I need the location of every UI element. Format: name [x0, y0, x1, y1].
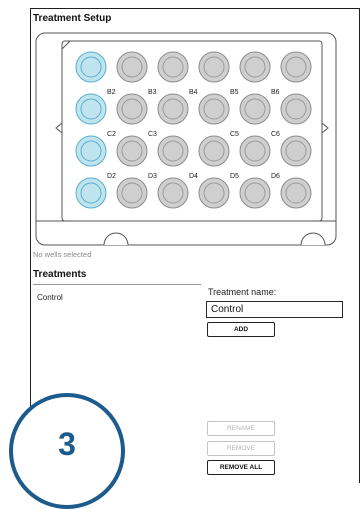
well-B5[interactable] [239, 93, 271, 125]
well-label-B2: B2 [107, 89, 116, 96]
well-inner-ring [121, 98, 143, 120]
well-C1[interactable] [75, 135, 107, 167]
well-inner-ring [80, 182, 102, 204]
well-A6[interactable] [280, 51, 312, 83]
well-inner-ring [285, 140, 307, 162]
well-label-B6: B6 [271, 89, 280, 96]
well-inner-ring [162, 98, 184, 120]
well-inner-ring [285, 98, 307, 120]
rename-button[interactable]: RENAME [207, 421, 275, 436]
well-inner-ring [162, 182, 184, 204]
step-number-badge: 3 [9, 393, 125, 509]
well-C5[interactable] [239, 135, 271, 167]
well-label-C5: C5 [230, 131, 239, 138]
well-label-D6: D6 [271, 173, 280, 180]
treatment-list-item[interactable]: Control [37, 293, 63, 302]
well-B6[interactable] [280, 93, 312, 125]
well-D3[interactable] [157, 177, 189, 209]
well-B2[interactable] [116, 93, 148, 125]
well-A4[interactable] [198, 51, 230, 83]
well-inner-ring [121, 140, 143, 162]
well-B3[interactable] [157, 93, 189, 125]
well-label-B3: B3 [148, 89, 157, 96]
well-inner-ring [244, 98, 266, 120]
well-label-D3: D3 [148, 173, 157, 180]
well-label-C6: C6 [271, 131, 280, 138]
remove-button[interactable]: REMOVE [207, 441, 275, 456]
well-inner-ring [244, 140, 266, 162]
well-B1[interactable] [75, 93, 107, 125]
well-D1[interactable] [75, 177, 107, 209]
well-inner-ring [203, 56, 225, 78]
well-C6[interactable] [280, 135, 312, 167]
well-A5[interactable] [239, 51, 271, 83]
well-inner-ring [244, 182, 266, 204]
well-label-C3: C3 [148, 131, 157, 138]
well-inner-ring [80, 98, 102, 120]
remove-all-button[interactable]: REMOVE ALL [207, 460, 275, 475]
well-inner-ring [121, 182, 143, 204]
well-C2[interactable] [116, 135, 148, 167]
treatment-name-label: Treatment name: [208, 287, 277, 297]
panel-title: Treatment Setup [33, 13, 112, 24]
well-inner-ring [121, 56, 143, 78]
treatments-divider [33, 284, 201, 285]
well-D6[interactable] [280, 177, 312, 209]
well-inner-ring [203, 182, 225, 204]
treatment-name-input[interactable] [206, 301, 343, 318]
well-label-B5: B5 [230, 89, 239, 96]
well-C4[interactable] [198, 135, 230, 167]
well-inner-ring [80, 140, 102, 162]
well-C3[interactable] [157, 135, 189, 167]
well-inner-ring [162, 56, 184, 78]
well-A2[interactable] [116, 51, 148, 83]
well-B4[interactable] [198, 93, 230, 125]
well-inner-ring [285, 182, 307, 204]
well-A1[interactable] [75, 51, 107, 83]
well-inner-ring [244, 56, 266, 78]
well-A3[interactable] [157, 51, 189, 83]
well-label-D5: D5 [230, 173, 239, 180]
treatments-heading: Treatments [33, 269, 87, 280]
well-inner-ring [162, 140, 184, 162]
well-D4[interactable] [198, 177, 230, 209]
well-inner-ring [80, 56, 102, 78]
well-plate[interactable]: B2 B3 B4 B5 B6 C2 C3 C5 C6 D2 D3 D4 D5 D6 [34, 31, 339, 247]
well-D5[interactable] [239, 177, 271, 209]
well-label-B4: B4 [189, 89, 198, 96]
well-inner-ring [285, 56, 307, 78]
well-inner-ring [203, 140, 225, 162]
add-button[interactable]: ADD [207, 322, 275, 337]
selection-status: No wells selected [33, 250, 92, 259]
step-number: 3 [58, 425, 76, 462]
well-label-D2: D2 [107, 173, 116, 180]
well-inner-ring [203, 98, 225, 120]
well-D2[interactable] [116, 177, 148, 209]
well-label-C2: C2 [107, 131, 116, 138]
well-label-D4: D4 [189, 173, 198, 180]
